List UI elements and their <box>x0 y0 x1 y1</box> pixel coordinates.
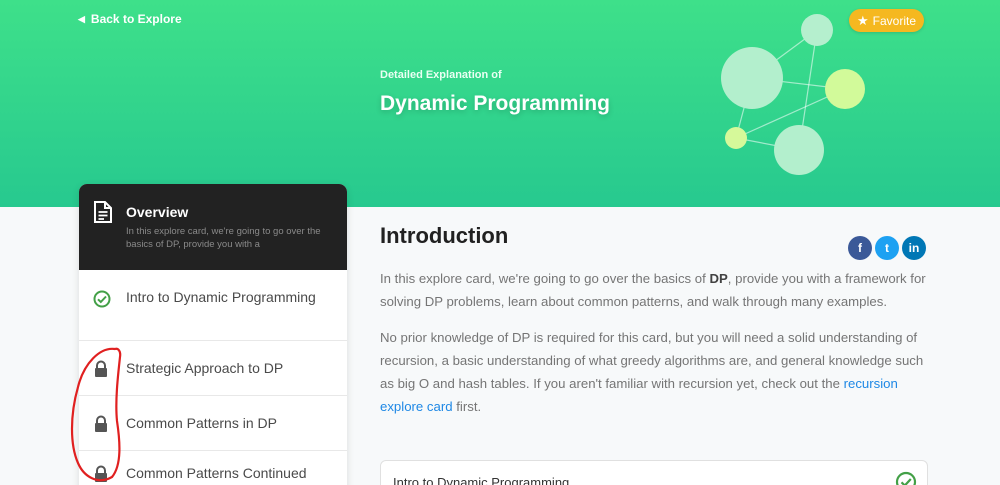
facebook-icon[interactable]: f <box>848 236 872 260</box>
sidebar-item-label: Intro to Dynamic Programming <box>126 289 316 305</box>
lock-icon <box>95 415 107 432</box>
back-link-label: Back to Explore <box>90 12 182 26</box>
network-graph-illustration <box>721 14 865 175</box>
twitter-icon[interactable]: t <box>875 236 899 260</box>
share-buttons: f t in <box>848 236 926 260</box>
sidebar-item-intro[interactable]: Intro to Dynamic Programming <box>79 270 347 341</box>
lock-icon <box>95 360 107 377</box>
check-circle-icon <box>895 471 917 485</box>
sidebar-item-strategic-approach[interactable]: Strategic Approach to DP <box>79 341 347 396</box>
description-fade <box>277 238 347 252</box>
back-to-explore-link[interactable]: ◀ Back to Explore <box>78 12 182 26</box>
section-heading: Introduction <box>380 223 509 248</box>
sidebar-item-common-patterns-continued[interactable]: Common Patterns Continued <box>79 451 347 485</box>
sidebar-item-label: Common Patterns Continued <box>126 465 307 481</box>
intro-paragraph-2: No prior knowledge of DP is required for… <box>380 326 928 418</box>
chapter-card-intro[interactable]: Intro to Dynamic Programming <box>380 460 928 485</box>
linkedin-icon[interactable]: in <box>902 236 926 260</box>
intro-paragraph-1: In this explore card, we're going to go … <box>380 267 928 313</box>
p2-text-end: first. <box>452 399 482 414</box>
card-title: Dynamic Programming <box>380 92 610 115</box>
sidebar-item-overview[interactable]: Overview In this explore card, we're goi… <box>79 184 347 270</box>
p1-text-start: In this explore card, we're going to go … <box>380 271 710 286</box>
p1-bold-dp: DP <box>709 271 728 286</box>
lock-icon <box>95 465 107 482</box>
chapter-sidebar: Overview In this explore card, we're goi… <box>79 184 347 485</box>
sidebar-item-label: Common Patterns in DP <box>126 415 277 431</box>
hero-banner: ◀ Back to Explore ★ Favorite Detailed Ex… <box>0 0 1000 207</box>
p2-text-start: No prior knowledge of DP is required for… <box>380 330 924 391</box>
chapter-card-label: Intro to Dynamic Programming <box>393 475 570 485</box>
sidebar-item-label: Strategic Approach to DP <box>126 360 284 376</box>
sidebar-item-common-patterns[interactable]: Common Patterns in DP <box>79 396 347 451</box>
main-content: Introduction <box>380 220 928 249</box>
chevron-left-icon: ◀ <box>78 13 85 24</box>
check-circle-icon <box>93 290 111 308</box>
document-icon <box>94 201 112 223</box>
overview-title: Overview <box>126 204 189 220</box>
card-subtitle: Detailed Explanation of <box>380 69 502 81</box>
